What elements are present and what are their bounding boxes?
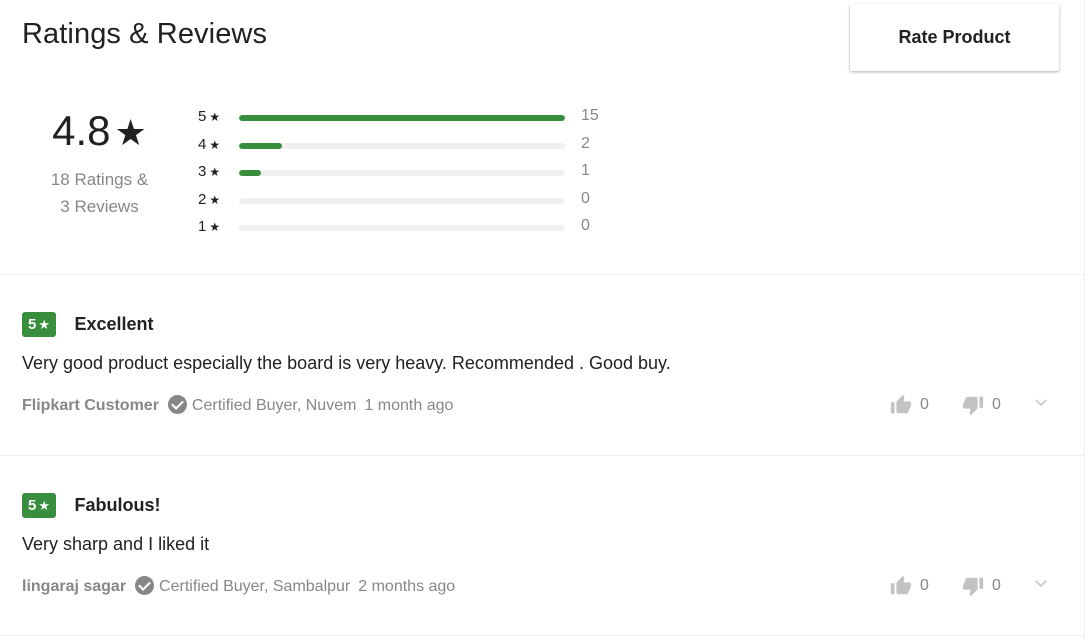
like-count: 0 — [920, 576, 929, 594]
rating-value: 5 — [28, 497, 37, 514]
rating-counts: 18 Ratings & 3 Reviews — [22, 166, 177, 220]
rating-badge: 5 ★ — [22, 312, 56, 337]
thumbs-down-icon — [962, 577, 984, 596]
bar-star-value: 1 — [198, 218, 207, 235]
bar-label: 3 ★ — [198, 163, 220, 180]
review-text: Very good product especially the board i… — [22, 353, 671, 373]
certified-buyer: Certified Buyer, Sambalpur — [159, 578, 351, 595]
review-meta: Flipkart Customer Certified Buyer, Nuvem 1… — [22, 393, 1072, 417]
review-header: 5 ★ Excellent — [22, 312, 1072, 337]
star-icon: ★ — [38, 498, 50, 513]
divider — [0, 455, 1085, 456]
star-icon: ★ — [114, 112, 147, 153]
review-author: lingaraj sagar — [22, 578, 127, 595]
dislike-count: 0 — [992, 576, 1001, 594]
bar-star-value: 2 — [198, 190, 207, 208]
rating-summary: 4.8 ★ 18 Ratings & 3 Reviews — [22, 110, 177, 220]
rating-distribution: 5 ★ 15 4 ★ 2 3 ★ 1 2 ★ 0 1 ★ 0 — [198, 106, 618, 244]
rating-bar-1: 1 ★ 0 — [198, 216, 618, 244]
certified-buyer: Certified Buyer, Nuvem — [191, 397, 357, 414]
like-button[interactable]: 0 — [890, 575, 934, 597]
bar-track — [239, 197, 565, 204]
bar-count: 2 — [581, 134, 590, 152]
like-count: 0 — [920, 395, 929, 413]
bar-count: 0 — [581, 217, 590, 234]
thumbs-up-icon — [890, 575, 912, 594]
review-card: 5 ★ Fabulous! Very sharp and I liked it l… — [22, 493, 1072, 598]
rating-bar-2: 2 ★ 0 — [198, 189, 618, 217]
star-icon: ★ — [209, 220, 221, 234]
dislike-button[interactable]: 0 — [962, 575, 1006, 597]
average-value: 4.8 — [52, 107, 111, 154]
rating-badge: 5 ★ — [22, 493, 56, 518]
bar-star-value: 4 — [198, 135, 207, 153]
bar-fill — [239, 142, 283, 149]
star-icon: ★ — [209, 165, 221, 179]
review-actions: 0 0 — [876, 574, 1050, 597]
bar-label: 5 ★ — [198, 108, 220, 125]
star-icon: ★ — [209, 137, 221, 152]
expand-button[interactable] — [1032, 393, 1050, 416]
bar-label: 2 ★ — [198, 191, 220, 208]
reviews-count: 3 Reviews — [60, 197, 139, 216]
like-button[interactable]: 0 — [890, 394, 934, 416]
bar-fill — [239, 115, 565, 121]
bar-track — [239, 115, 565, 121]
review-title: Fabulous! — [74, 495, 161, 515]
rating-bar-3: 3 ★ 1 — [198, 161, 618, 189]
certified-check-icon — [167, 395, 187, 414]
rating-bar-5: 5 ★ 15 — [198, 106, 618, 134]
rating-bar-4: 4 ★ 2 — [198, 134, 618, 162]
bar-fill — [239, 170, 261, 176]
ratings-reviews-panel: Ratings & Reviews Rate Product 4.8 ★ 18 R… — [0, 0, 1085, 640]
review-actions: 0 0 — [876, 393, 1050, 416]
bar-label: 4 ★ — [198, 136, 220, 153]
dislike-button[interactable]: 0 — [962, 394, 1006, 416]
bar-count: 0 — [581, 189, 590, 207]
rate-product-button[interactable]: Rate Product — [850, 4, 1059, 71]
star-icon: ★ — [209, 192, 221, 207]
thumbs-down-icon — [962, 396, 984, 415]
certified-check-icon — [135, 576, 155, 595]
bar-count: 15 — [581, 107, 599, 124]
bar-track — [239, 170, 565, 176]
review-time: 1 month ago — [364, 397, 454, 414]
review-meta: lingaraj sagar Certified Buyer, Sambalpur… — [22, 574, 1072, 598]
thumbs-up-icon — [890, 394, 912, 413]
bar-star-value: 5 — [198, 108, 207, 125]
star-icon: ★ — [209, 110, 221, 124]
review-author: Flipkart Customer — [22, 397, 159, 414]
review-time: 2 months ago — [358, 578, 456, 595]
bar-track — [239, 225, 565, 231]
dislike-count: 0 — [992, 395, 1001, 413]
review-header: 5 ★ Fabulous! — [22, 493, 1072, 518]
rating-value: 5 — [28, 316, 37, 333]
bar-star-value: 3 — [198, 163, 207, 180]
chevron-down-icon — [1035, 399, 1047, 407]
chevron-down-icon — [1035, 580, 1047, 588]
divider — [0, 635, 1085, 636]
review-title: Excellent — [74, 314, 154, 334]
ratings-count: 18 Ratings & — [50, 170, 149, 189]
bar-count: 1 — [581, 162, 590, 179]
star-icon: ★ — [38, 317, 50, 332]
bar-label: 1 ★ — [198, 218, 220, 235]
expand-button[interactable] — [1032, 574, 1050, 597]
divider — [0, 274, 1085, 275]
review-text: Very sharp and I liked it — [22, 534, 210, 554]
page-title: Ratings & Reviews — [22, 18, 268, 50]
bar-track — [239, 142, 565, 149]
average-rating: 4.8 ★ — [22, 110, 177, 152]
review-card: 5 ★ Excellent Very good product especiall… — [22, 312, 1072, 417]
